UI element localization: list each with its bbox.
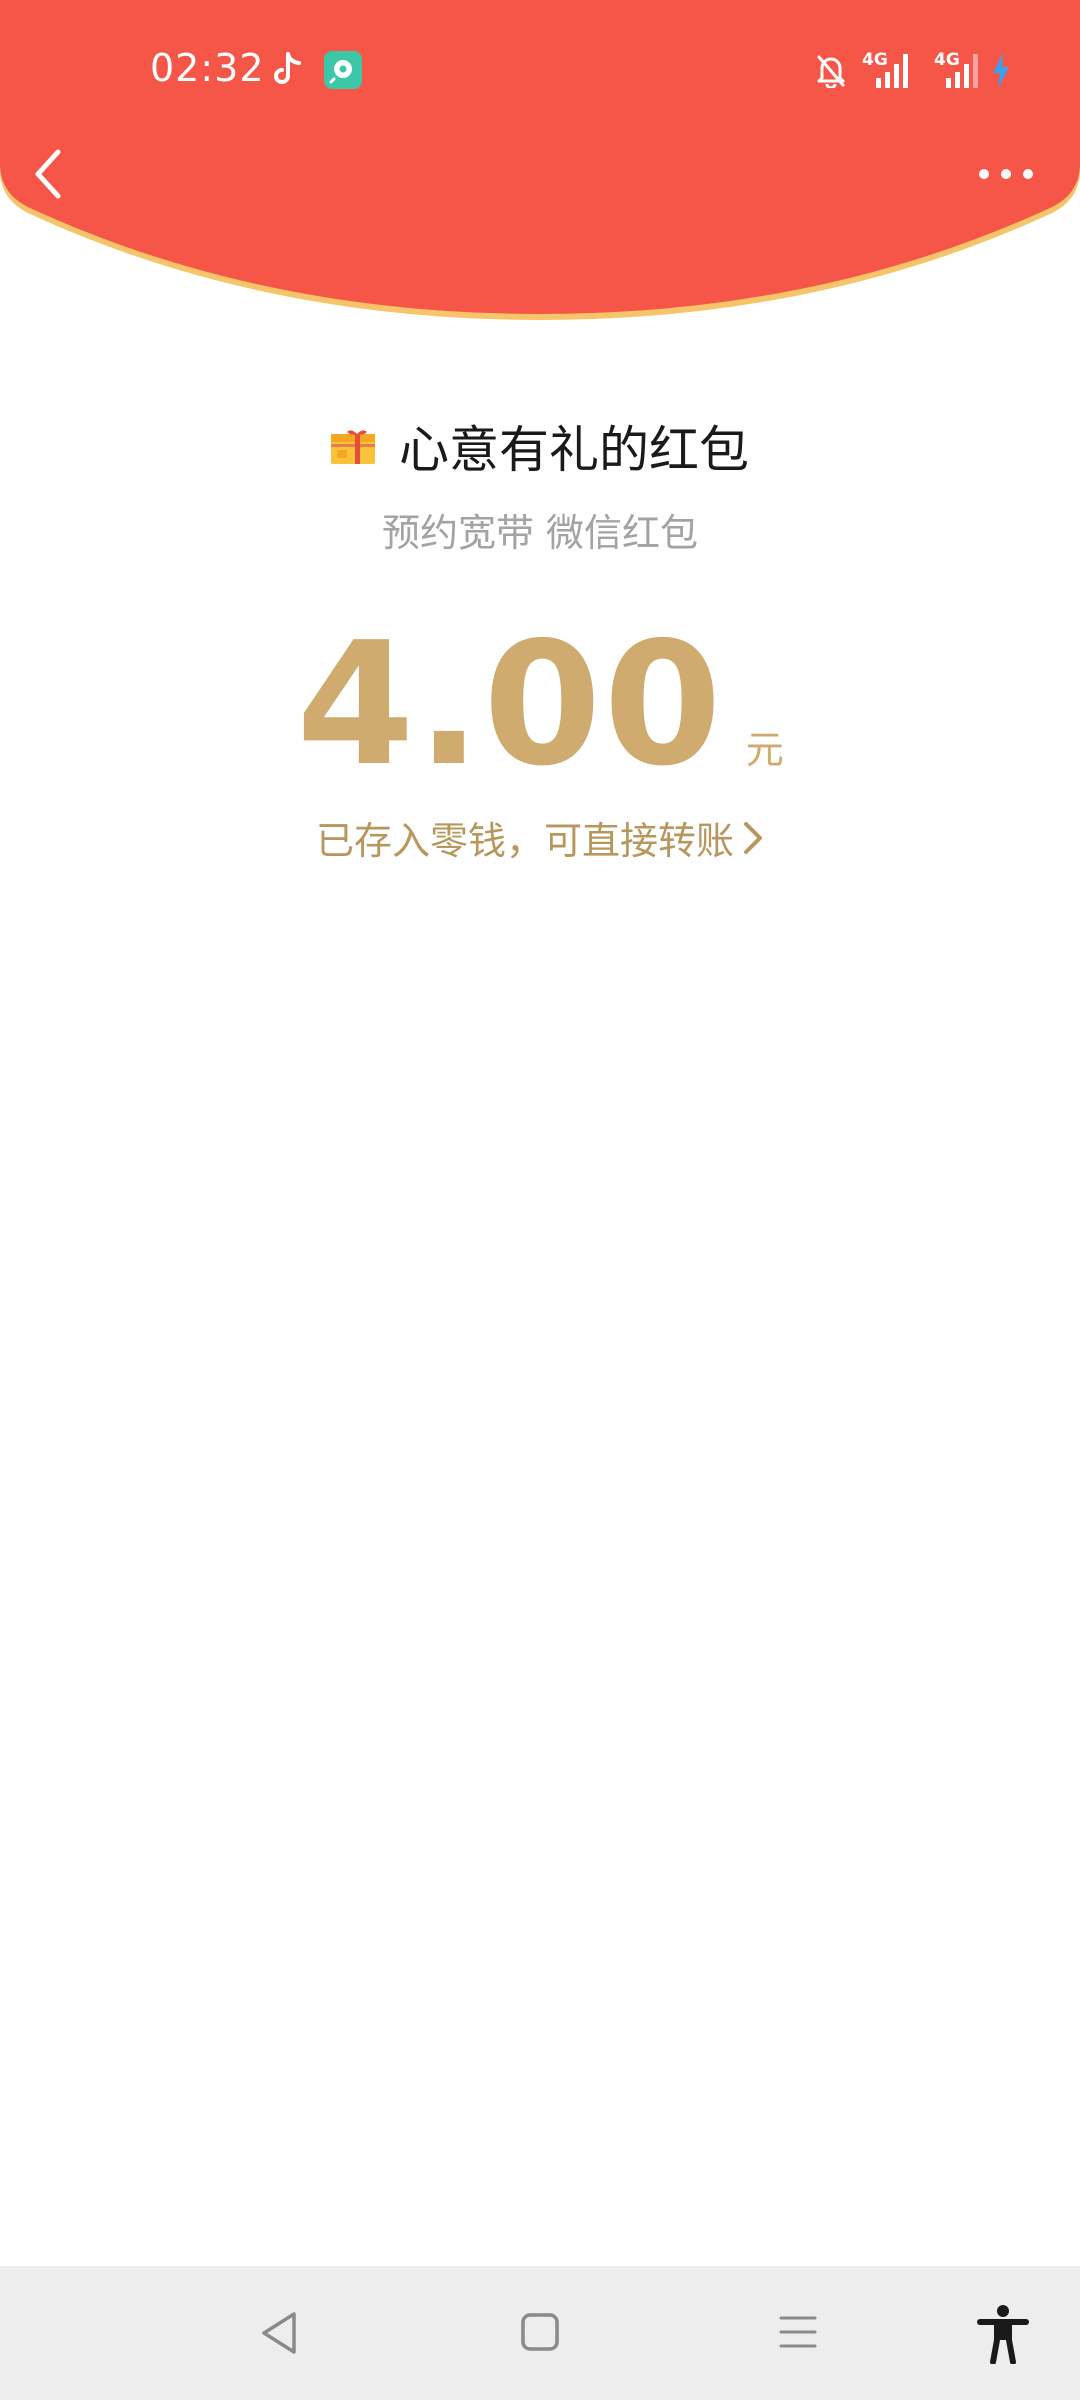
amount-row: 4.00 元 bbox=[0, 620, 1080, 790]
red-packet-title-row: 心意有礼的红包 bbox=[0, 410, 1080, 482]
status-bar: 02:32 4G 4G bbox=[0, 0, 1080, 140]
mute-bell-icon bbox=[817, 55, 845, 88]
red-packet-subtitle: 预约宽带 微信红包 bbox=[381, 511, 699, 555]
red-packet-amount: 4.00 bbox=[296, 606, 724, 804]
signal-4g-icon: 4G bbox=[932, 50, 988, 90]
system-navigation-bar bbox=[0, 2266, 1080, 2400]
recents-menu-icon[interactable] bbox=[778, 2314, 818, 2350]
back-button[interactable] bbox=[28, 146, 68, 202]
charging-icon bbox=[993, 53, 1009, 89]
signal-4g-icon: 4G bbox=[858, 50, 918, 90]
gift-box-icon bbox=[331, 430, 375, 464]
stored-to-change-text: 已存入零钱，可直接转账 bbox=[315, 819, 734, 863]
status-time: 02:32 bbox=[150, 46, 265, 90]
accessibility-icon[interactable] bbox=[976, 2304, 1030, 2364]
red-packet-detail-page: 02:32 4G 4G 心意有礼的红包 预约宽带 微信红包 4.00 元 已存入… bbox=[0, 0, 1080, 2400]
back-triangle-icon[interactable] bbox=[258, 2310, 300, 2356]
more-options-button[interactable] bbox=[978, 162, 1034, 186]
red-packet-title: 心意有礼的红包 bbox=[399, 421, 749, 479]
tiktok-icon bbox=[274, 52, 301, 84]
chevron-right-icon bbox=[744, 821, 762, 854]
stored-to-change-link[interactable]: 已存入零钱，可直接转账 bbox=[0, 810, 1080, 865]
screen-recorder-icon bbox=[324, 51, 362, 89]
home-square-icon[interactable] bbox=[520, 2312, 560, 2352]
currency-unit: 元 bbox=[745, 728, 784, 772]
